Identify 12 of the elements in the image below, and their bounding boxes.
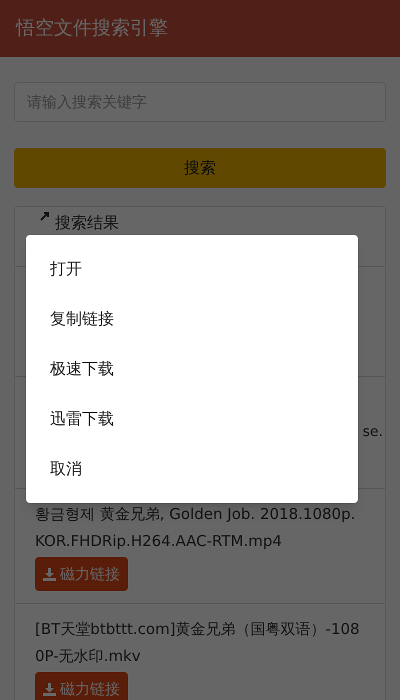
results-header: 搜索结果 <box>55 212 119 234</box>
menu-item[interactable]: 打开 <box>26 244 358 294</box>
download-icon <box>43 568 56 580</box>
menu-item[interactable]: 迅雷下载 <box>26 394 358 444</box>
result-name: [BT天堂btbttt.com]黄金兄弟（国粤双语）-1080P-无水印.mkv <box>35 619 361 667</box>
download-icon <box>43 682 56 696</box>
menu-item[interactable]: 复制链接 <box>26 294 358 344</box>
menu-item[interactable]: 极速下载 <box>26 344 358 394</box>
result-name: se. <box>362 423 383 442</box>
menu-item[interactable]: 取消 <box>26 444 358 494</box>
result-name: 황금형제 黄金兄弟, Golden Job. 2018.1080p.KOR.FHDRip.H264.AAC-RTM.mp4 <box>35 504 356 552</box>
app-title: 悟空文件搜索引擎 <box>16 16 168 42</box>
